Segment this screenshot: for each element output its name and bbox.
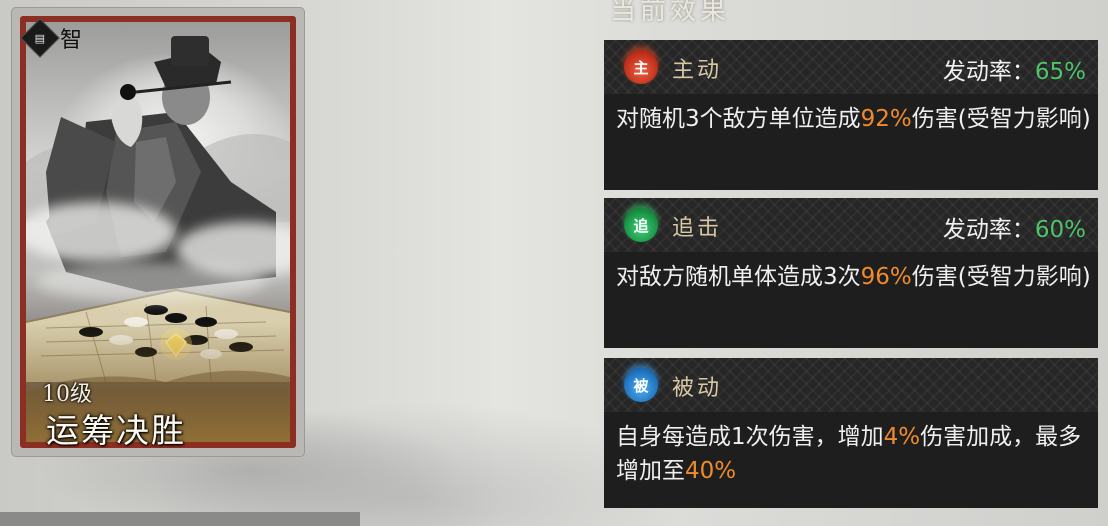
trigger-rate-value: 60% (1034, 217, 1086, 243)
desc-highlight: 92% (860, 106, 912, 132)
effect-description: 对随机3个敌方单位造成92%伤害(受智力影响) (616, 102, 1092, 136)
skill-card[interactable]: ▤ 智 10级 运筹决胜 (20, 16, 296, 448)
current-effects-title: 当前效果 (610, 0, 731, 26)
pursuit-type-icon: 追 (624, 208, 658, 242)
trigger-rate-value: 65% (1034, 59, 1086, 85)
attribute-label: 智 (60, 28, 83, 53)
effect-type-label: 被动 (672, 376, 723, 401)
effect-type-label: 追击 (672, 216, 723, 241)
trigger-rate: 发动率：60% (943, 210, 1086, 244)
effect-active: 主 主动 发动率：65% 对随机3个敌方单位造成92%伤害(受智力影响) (604, 40, 1098, 190)
effect-type-label: 主动 (672, 58, 723, 83)
desc-text: 自身每造成1次伤害，增加 (616, 424, 884, 450)
book-icon: ▤ (20, 18, 60, 58)
bottom-edge-bar (0, 512, 360, 526)
desc-highlight: 40% (685, 458, 737, 484)
attribute-badge: ▤ 智 (20, 18, 83, 58)
effect-description: 对敌方随机单体造成3次96%伤害(受智力影响) (616, 260, 1092, 294)
desc-text: 伤害(受智力影响) (911, 106, 1091, 132)
effect-pursuit: 追 追击 发动率：60% 对敌方随机单体造成3次96%伤害(受智力影响) (604, 198, 1098, 348)
desc-text: 对随机3个敌方单位造成 (616, 106, 861, 132)
trigger-rate-label: 发动率： (942, 217, 1035, 243)
skill-name: 运筹决胜 (46, 411, 186, 448)
active-type-icon: 主 (624, 50, 658, 84)
desc-text: 对敌方随机单体造成3次 (616, 264, 861, 290)
passive-type-icon: 被 (624, 368, 658, 402)
desc-highlight: 4% (883, 424, 921, 450)
effect-description: 自身每造成1次伤害，增加4%伤害加成，最多增加至40% (616, 420, 1092, 488)
fog-center (36, 262, 266, 302)
desc-text: 伤害(受智力影响) (911, 264, 1091, 290)
effect-passive: 被 被动 自身每造成1次伤害，增加4%伤害加成，最多增加至40% (604, 358, 1098, 508)
trigger-rate: 发动率：65% (943, 52, 1086, 86)
trigger-rate-label: 发动率： (942, 59, 1035, 85)
desc-highlight: 96% (860, 264, 912, 290)
